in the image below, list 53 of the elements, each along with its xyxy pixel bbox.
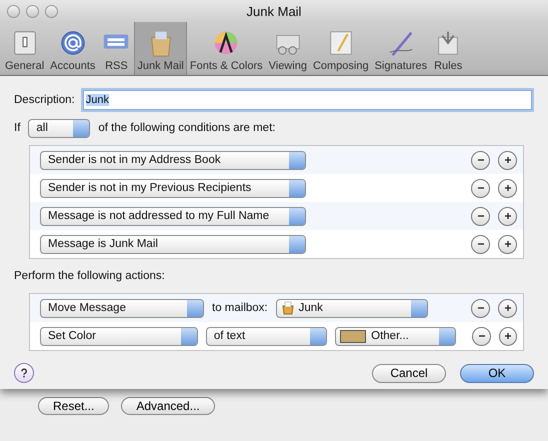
window-title: Junk Mail [246,4,302,18]
background-button[interactable]: Advanced... [121,397,215,415]
window-control[interactable] [26,4,39,18]
criterion-popup[interactable]: Sender is not in my Address Book [40,150,306,170]
remove-button[interactable] [471,206,490,226]
toolbar-tab[interactable]: Fonts & Colors [186,22,266,75]
mailbox-icon [280,301,295,315]
remove-button[interactable] [471,234,490,254]
add-button[interactable] [498,326,518,346]
add-button[interactable] [498,298,517,318]
add-button[interactable] [498,206,517,226]
window-control[interactable] [45,4,58,18]
plus-icon [502,303,512,313]
action-popup[interactable]: Move Message [40,298,204,318]
actions-label: Perform the following actions: [14,270,165,282]
conditions-label: of the following conditions are met: [98,122,276,134]
remove-button[interactable] [471,298,490,318]
add-button[interactable] [498,178,517,198]
toolbar-tab[interactable]: Accounts [47,22,98,75]
toolbar-tab[interactable]: Composing [310,22,372,75]
toolbar-tab[interactable]: Junk Mail [134,22,187,75]
criterion-popup[interactable]: Sender is not in my Previous Recipients [40,178,306,198]
description-field[interactable]: Junk [82,90,532,110]
plus-icon [502,211,512,221]
toolbar-tab[interactable]: Signatures [372,22,430,75]
criterion-popup[interactable]: Message is not addressed to my Full Name [40,206,306,226]
criterion-popup[interactable]: Message is Junk Mail [40,234,306,254]
color-popup[interactable]: Other... [335,326,456,346]
remove-button[interactable] [472,326,491,346]
plus-icon [502,183,512,193]
toolbar-tab[interactable]: Rules [430,22,466,75]
ok-button[interactable]: OK [460,364,534,382]
mailbox-label: to mailbox: [212,302,268,314]
background-button[interactable]: Reset... [38,397,110,415]
add-button[interactable] [498,150,517,170]
help-button[interactable] [14,363,34,383]
toolbar-tab[interactable]: RSS [98,22,134,75]
plus-icon [502,155,512,165]
if-label: If [14,122,20,134]
description-label: Description: [14,94,75,106]
action-popup[interactable]: Set Color [40,326,198,346]
target-popup[interactable]: of text [206,326,328,346]
toolbar-tab[interactable]: General [2,22,48,75]
plus-icon [502,331,513,341]
match-popup[interactable]: all [28,118,90,138]
cancel-button[interactable]: Cancel [372,364,446,382]
remove-button[interactable] [471,150,490,170]
mailbox-popup[interactable]: Junk [276,298,428,318]
toolbar-tab[interactable]: Viewing [266,22,310,75]
plus-icon [502,239,512,249]
add-button[interactable] [498,234,517,254]
window-control[interactable] [7,4,20,18]
remove-button[interactable] [471,178,490,198]
